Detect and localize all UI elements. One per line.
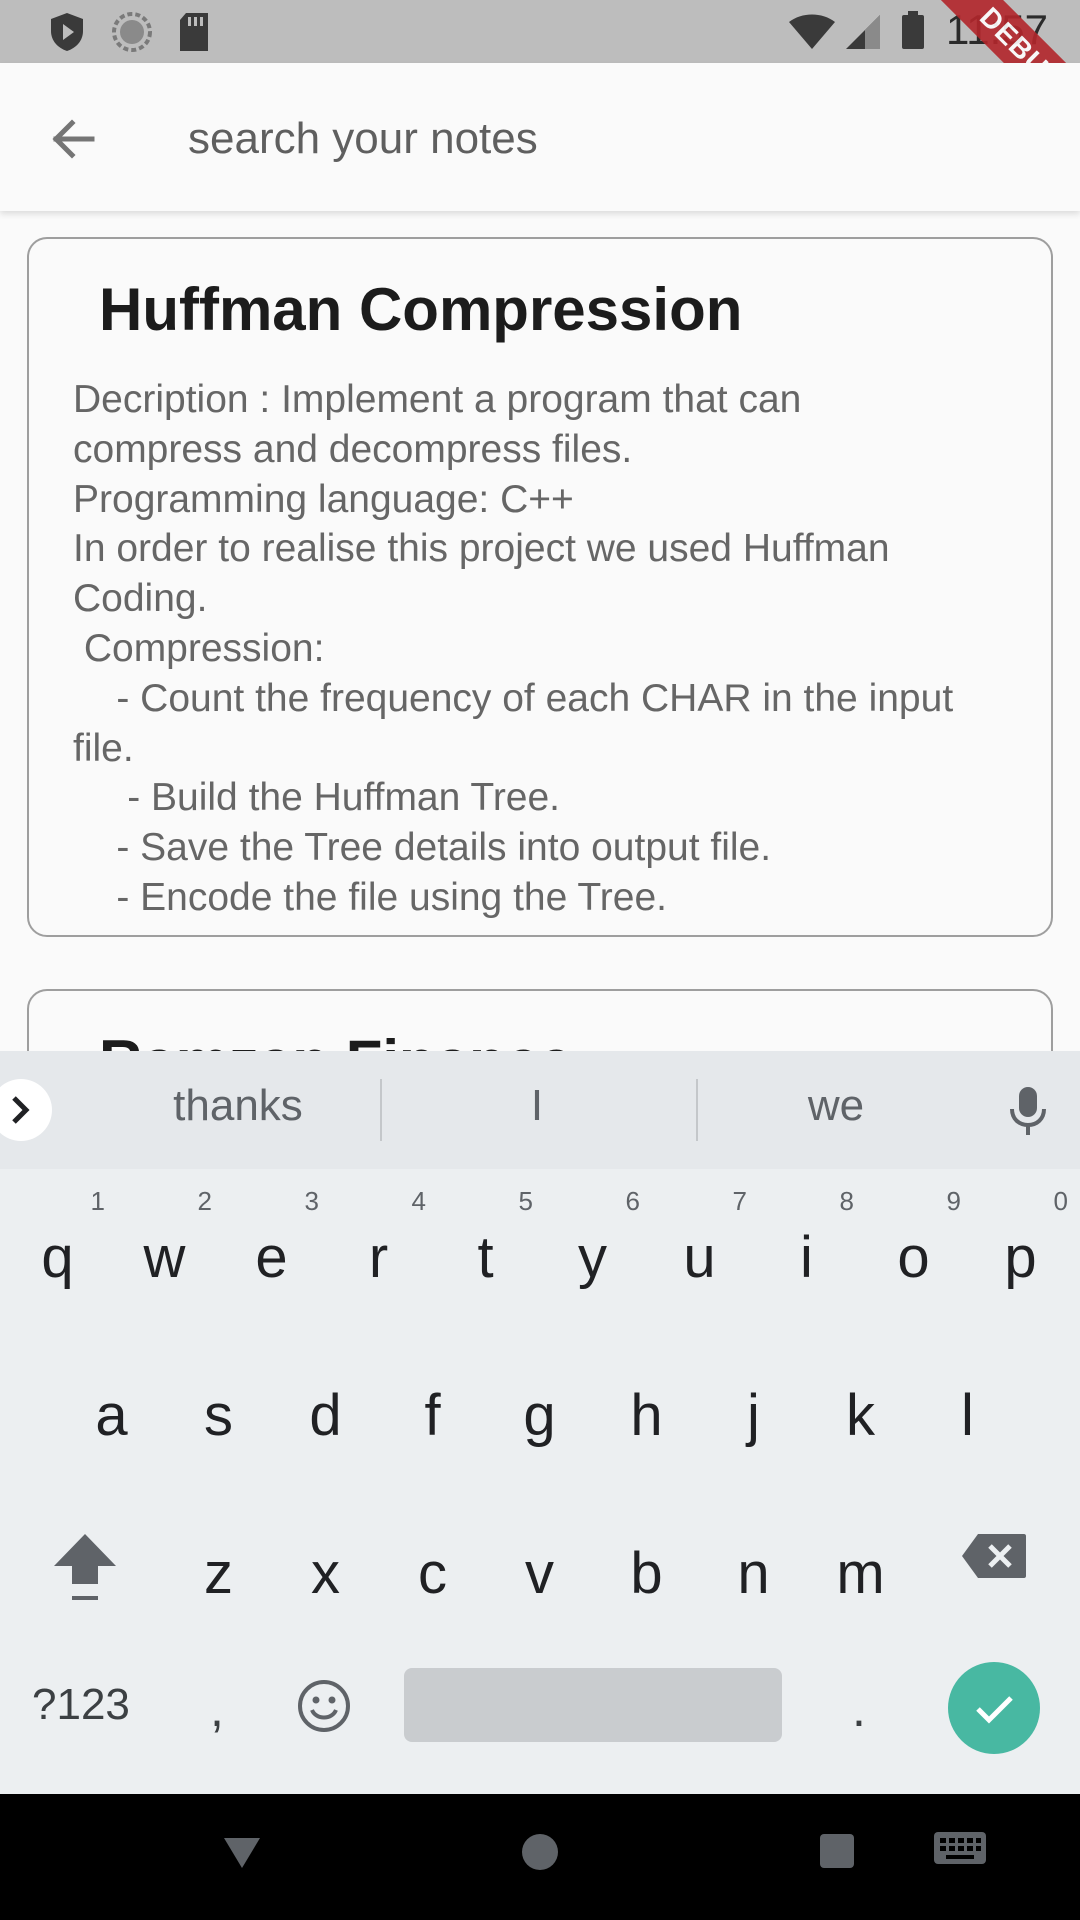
signal-icon <box>846 15 880 49</box>
note-title: Ramzan Finance <box>99 1027 572 1051</box>
key-t[interactable]: 5t <box>432 1178 539 1318</box>
sd-card-icon <box>180 13 208 51</box>
key-k[interactable]: k <box>807 1330 914 1470</box>
sync-circle-icon <box>112 12 152 52</box>
suggestion-3[interactable]: we <box>686 1081 986 1131</box>
key-p[interactable]: 0p <box>967 1178 1074 1318</box>
key-char: z <box>204 1541 233 1606</box>
suggestion-strip: thanks I we <box>0 1051 1080 1169</box>
key-char: y <box>578 1225 607 1290</box>
suggestion-1[interactable]: thanks <box>88 1081 388 1131</box>
key-g[interactable]: g <box>486 1330 593 1470</box>
shield-play-icon <box>51 13 83 51</box>
key-char: t <box>477 1225 494 1290</box>
nav-home-icon[interactable] <box>522 1834 558 1870</box>
key-char: k <box>846 1383 875 1448</box>
key-z[interactable]: z <box>165 1488 272 1628</box>
key-char: n <box>737 1541 770 1606</box>
shift-icon[interactable] <box>50 1530 120 1604</box>
period-key[interactable]: . <box>852 1680 866 1738</box>
key-char: e <box>255 1225 288 1290</box>
key-y[interactable]: 6y <box>539 1178 646 1318</box>
key-v[interactable]: v <box>486 1488 593 1628</box>
key-j[interactable]: j <box>700 1330 807 1470</box>
key-hint: 2 <box>197 1186 212 1216</box>
key-u[interactable]: 7u <box>646 1178 753 1318</box>
emoji-icon[interactable] <box>296 1678 352 1734</box>
note-title: Huffman Compression <box>99 276 743 343</box>
key-char: c <box>418 1541 447 1606</box>
key-f[interactable]: f <box>379 1330 486 1470</box>
key-m[interactable]: m <box>807 1488 914 1628</box>
key-char: x <box>311 1541 340 1606</box>
key-char: u <box>683 1225 716 1290</box>
keyboard-switch-icon[interactable] <box>932 1830 988 1870</box>
key-char: s <box>204 1383 233 1448</box>
done-button[interactable] <box>948 1662 1040 1754</box>
key-char: m <box>836 1541 885 1606</box>
note-body: Decription : Implement a program that ca… <box>73 378 954 919</box>
key-char: j <box>747 1383 760 1448</box>
key-char: f <box>424 1383 441 1448</box>
key-char: p <box>1004 1225 1037 1290</box>
key-w[interactable]: 2w <box>111 1178 218 1318</box>
key-b[interactable]: b <box>593 1488 700 1628</box>
key-char: h <box>630 1383 663 1448</box>
key-o[interactable]: 9o <box>860 1178 967 1318</box>
key-a[interactable]: a <box>58 1330 165 1470</box>
key-d[interactable]: d <box>272 1330 379 1470</box>
key-l[interactable]: l <box>914 1330 1021 1470</box>
status-bar: 11:57 DEBUG <box>0 0 1080 151</box>
mic-icon[interactable] <box>1008 1085 1048 1137</box>
key-char: q <box>41 1225 74 1290</box>
wifi-icon <box>789 14 835 49</box>
key-h[interactable]: h <box>593 1330 700 1470</box>
key-hint: 6 <box>625 1186 640 1216</box>
key-char: o <box>897 1225 930 1290</box>
note-card[interactable]: Ramzan Finance <box>27 989 1053 1051</box>
notes-list: Huffman Compression Decription : Impleme… <box>0 211 1080 1051</box>
key-i[interactable]: 8i <box>753 1178 860 1318</box>
key-s[interactable]: s <box>165 1330 272 1470</box>
key-hint: 7 <box>732 1186 747 1216</box>
key-char: g <box>523 1383 556 1448</box>
key-hint: 3 <box>304 1186 319 1216</box>
key-r[interactable]: 4r <box>325 1178 432 1318</box>
note-card[interactable]: Huffman Compression Decription : Impleme… <box>27 237 1053 937</box>
key-char: w <box>143 1225 186 1290</box>
key-c[interactable]: c <box>379 1488 486 1628</box>
chevron-right-icon[interactable] <box>0 1079 52 1141</box>
key-x[interactable]: x <box>272 1488 379 1628</box>
nav-recents-icon[interactable] <box>820 1834 854 1868</box>
space-bar[interactable] <box>404 1668 782 1742</box>
key-e[interactable]: 3e <box>218 1178 325 1318</box>
suggestion-2[interactable]: I <box>387 1081 687 1131</box>
checkmark-icon <box>976 1696 1013 1724</box>
key-hint: 4 <box>411 1186 426 1216</box>
backspace-icon[interactable] <box>960 1532 1028 1580</box>
key-hint: 5 <box>518 1186 533 1216</box>
key-hint: 0 <box>1053 1186 1068 1216</box>
key-char: v <box>525 1541 554 1606</box>
key-hint: 8 <box>839 1186 854 1216</box>
key-char: l <box>961 1383 974 1448</box>
key-char: d <box>309 1383 342 1448</box>
navigation-bar <box>0 1794 1080 1920</box>
arrow-back-icon[interactable] <box>44 111 100 167</box>
battery-icon <box>902 11 924 49</box>
comma-key[interactable]: , <box>210 1680 224 1738</box>
key-q[interactable]: 1q <box>4 1178 111 1318</box>
key-char: b <box>630 1541 663 1606</box>
key-char: a <box>95 1383 128 1448</box>
search-app-bar <box>0 63 1080 211</box>
key-char: i <box>800 1225 813 1290</box>
key-hint: 9 <box>946 1186 961 1216</box>
symbols-key[interactable]: ?123 <box>32 1680 130 1730</box>
nav-back-icon[interactable] <box>222 1834 262 1870</box>
key-n[interactable]: n <box>700 1488 807 1628</box>
search-input[interactable] <box>188 103 968 175</box>
key-char: r <box>368 1225 389 1290</box>
suggestion-divider <box>380 1079 382 1141</box>
key-hint: 1 <box>90 1186 105 1216</box>
